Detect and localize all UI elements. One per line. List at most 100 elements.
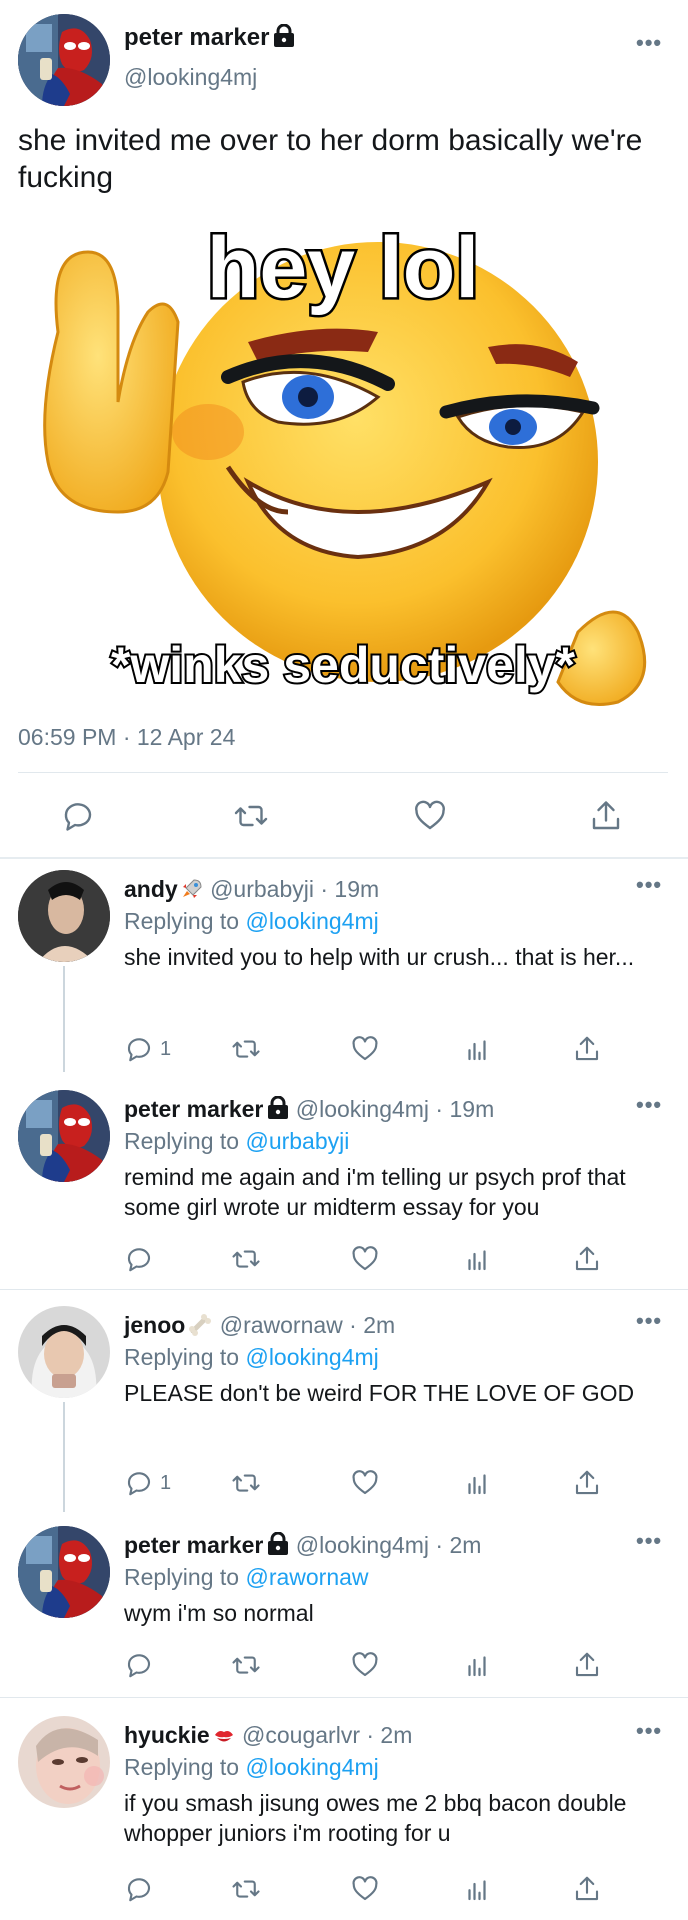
avatar[interactable] [18, 1306, 110, 1398]
reply-text: remind me again and i'm telling ur psych… [124, 1164, 626, 1220]
spiderman-avatar-icon [18, 1526, 110, 1618]
share-icon [575, 1246, 599, 1271]
reply-button[interactable]: 1 [124, 1468, 171, 1498]
reply-button[interactable]: 1 [124, 1034, 171, 1064]
mention-link[interactable]: @looking4mj [245, 1754, 378, 1780]
mention-link[interactable]: @looking4mj [245, 1344, 378, 1370]
reply-text: wym i'm so normal [124, 1600, 314, 1626]
display-name[interactable]: jenoo [124, 1312, 185, 1338]
lock-icon [274, 24, 295, 47]
handle[interactable]: @looking4mj [124, 64, 257, 91]
reply-tweet[interactable]: peter marker @looking4mj · 2m ••• Replyi… [0, 1526, 688, 1686]
share-icon [575, 1652, 599, 1677]
display-name[interactable]: peter marker [124, 1532, 263, 1558]
divider [0, 1289, 688, 1290]
like-button[interactable] [350, 1874, 380, 1904]
reply-tweet[interactable]: peter marker @looking4mj · 19m ••• Reply… [0, 1090, 688, 1272]
analytics-button[interactable] [462, 1034, 492, 1064]
reply-header: peter marker @looking4mj · 19m [124, 1096, 495, 1122]
rocket-icon [182, 879, 202, 898]
reply-tweet[interactable]: hyuckie @cougarlvr · 2m ••• Replying to … [0, 1716, 688, 1916]
tweet-actions [0, 794, 688, 838]
like-button[interactable] [412, 798, 448, 834]
mention-link[interactable]: @looking4mj [245, 908, 378, 934]
reply-button[interactable] [60, 798, 96, 834]
reply-icon [64, 803, 92, 831]
reply-text: she invited you to help with ur crush...… [124, 944, 635, 970]
retweet-button[interactable] [232, 798, 270, 834]
timestamp: 06:59 PM · 12 Apr 24 [18, 724, 236, 750]
share-icon [575, 1876, 599, 1901]
share-button[interactable] [572, 1244, 602, 1274]
analytics-button[interactable] [462, 1244, 492, 1274]
more-options-button[interactable]: ••• [636, 1718, 662, 1744]
replying-to: Replying to @looking4mj [124, 1344, 379, 1370]
reply-icon [127, 1472, 151, 1496]
reply-actions: 1 [124, 1032, 604, 1068]
retweet-icon [232, 1250, 260, 1268]
mention-link[interactable]: @urbabyji [245, 1128, 349, 1154]
spiderman-avatar-icon [18, 1090, 110, 1182]
avatar[interactable] [18, 14, 110, 106]
reply-button[interactable] [124, 1244, 154, 1274]
retweet-icon [232, 1474, 260, 1492]
analytics-button[interactable] [462, 1650, 492, 1680]
like-button[interactable] [350, 1468, 380, 1498]
share-button[interactable] [572, 1034, 602, 1064]
share-button[interactable] [572, 1874, 602, 1904]
user-photo-icon [18, 1716, 110, 1808]
retweet-icon [232, 1040, 260, 1058]
display-name[interactable]: peter marker [124, 24, 295, 52]
reply-button[interactable] [124, 1650, 154, 1680]
reply-text: if you smash jisung owes me 2 bbq bacon … [124, 1790, 627, 1846]
retweet-button[interactable] [230, 1650, 262, 1680]
retweet-button[interactable] [230, 1874, 262, 1904]
retweet-button[interactable] [230, 1244, 262, 1274]
retweet-button[interactable] [230, 1468, 262, 1498]
reply-actions [124, 1242, 604, 1278]
more-options-button[interactable]: ••• [636, 1092, 662, 1118]
like-button[interactable] [350, 1244, 380, 1274]
display-name[interactable]: andy [124, 876, 178, 902]
reply-icon [127, 1248, 151, 1272]
reply-count: 1 [160, 1037, 172, 1060]
divider [18, 772, 668, 773]
more-options-button[interactable]: ••• [636, 1528, 662, 1554]
display-name[interactable]: hyuckie [124, 1722, 210, 1748]
retweet-button[interactable] [230, 1034, 262, 1064]
share-button[interactable] [588, 798, 624, 834]
avatar[interactable] [18, 1526, 110, 1618]
display-name[interactable]: peter marker [124, 1096, 263, 1122]
kiss-mark-icon [214, 1731, 233, 1742]
lock-icon [268, 1096, 289, 1119]
analytics-icon [468, 1250, 486, 1271]
avatar[interactable] [18, 1716, 110, 1808]
share-button[interactable] [572, 1468, 602, 1498]
like-button[interactable] [350, 1650, 380, 1680]
reply-header: hyuckie @cougarlvr · 2m [124, 1722, 413, 1748]
more-options-button[interactable]: ••• [636, 872, 662, 898]
lock-icon [268, 1532, 289, 1555]
heart-icon [352, 1470, 378, 1495]
main-tweet: peter marker @looking4mj ••• she invited… [0, 0, 688, 858]
reply-tweet[interactable]: andy @urbabyji · 19m ••• Replying to @lo… [0, 870, 688, 1072]
reply-actions [124, 1872, 604, 1908]
analytics-icon [468, 1040, 486, 1061]
analytics-button[interactable] [462, 1468, 492, 1498]
avatar[interactable] [18, 870, 110, 962]
reply-text: PLEASE don't be weird FOR THE LOVE OF GO… [124, 1380, 635, 1406]
avatar[interactable] [18, 1090, 110, 1182]
analytics-button[interactable] [462, 1874, 492, 1904]
reply-tweet[interactable]: jenoo @rawornaw · 2m ••• Replying to @lo… [0, 1306, 688, 1512]
meme-image[interactable]: hey lol *winks seductively* [18, 212, 668, 712]
share-button[interactable] [572, 1650, 602, 1680]
retweet-icon [232, 1656, 260, 1674]
more-options-button[interactable]: ••• [636, 30, 662, 56]
reply-button[interactable] [124, 1874, 154, 1904]
more-options-button[interactable]: ••• [636, 1308, 662, 1334]
like-button[interactable] [350, 1034, 380, 1064]
mention-link[interactable]: @rawornaw [245, 1564, 368, 1590]
reply-header: andy @urbabyji · 19m [124, 876, 380, 902]
heart-icon [352, 1246, 378, 1271]
meme-bottom-text: *winks seductively* [111, 637, 576, 693]
